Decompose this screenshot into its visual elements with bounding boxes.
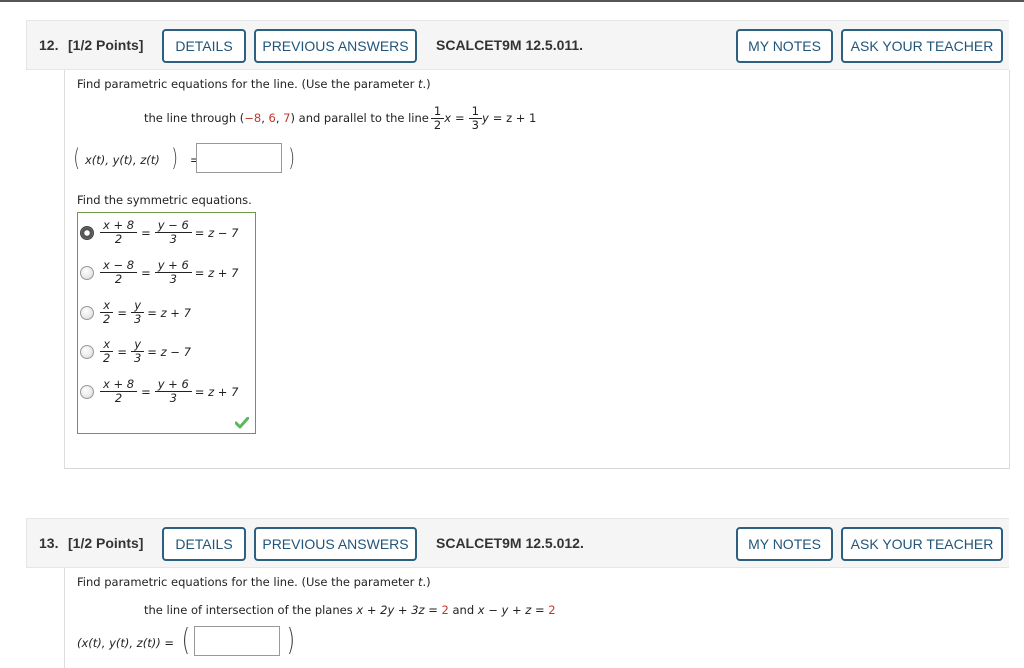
previous-answers-button[interactable]: PREVIOUS ANSWERS — [254, 29, 417, 63]
radio-button[interactable] — [80, 305, 94, 320]
choice-option[interactable]: x + 82 = y − 63 = z − 7 — [80, 219, 238, 246]
top-bar — [0, 0, 1024, 2]
answer-input[interactable] — [194, 626, 280, 656]
choice-option[interactable]: x + 82 = y + 63 = z + 7 — [80, 378, 238, 405]
sub-prompt: Find the symmetric equations. — [77, 193, 252, 207]
ask-your-teacher-button[interactable]: ASK YOUR TEACHER — [841, 527, 1003, 561]
question-code: SCALCET9M 12.5.011. — [436, 37, 584, 53]
question-points: [1/2 Points] — [68, 535, 144, 551]
choice-group: x + 82 = y − 63 = z − 7 x − 82 = y + 63 … — [77, 212, 256, 434]
close-paren: ) — [286, 623, 295, 658]
my-notes-button[interactable]: MY NOTES — [736, 29, 833, 63]
question-prompt: Find parametric equations for the line. … — [77, 575, 431, 589]
radio-button[interactable] — [80, 344, 94, 359]
radio-button[interactable] — [80, 384, 94, 399]
question-points: [1/2 Points] — [68, 37, 144, 53]
close-paren: ) — [288, 144, 295, 172]
previous-answers-button[interactable]: PREVIOUS ANSWERS — [254, 527, 417, 561]
checkmark-icon — [235, 417, 249, 429]
problem-statement: the line through (−8, 6, 7) and parallel… — [144, 103, 537, 132]
answer-input[interactable] — [196, 143, 282, 173]
choice-option[interactable]: x2 = y3 = z − 7 — [80, 338, 191, 365]
question-12-header: 12. [1/2 Points] DETAILS PREVIOUS ANSWER… — [26, 20, 1009, 70]
problem-statement: the line of intersection of the planes x… — [144, 603, 556, 617]
details-button[interactable]: DETAILS — [162, 29, 246, 63]
close-paren: ) — [171, 144, 178, 172]
question-number: 12. — [39, 37, 59, 53]
question-number: 13. — [39, 535, 59, 551]
answer-label: x(t), y(t), z(t) — [85, 153, 160, 167]
radio-button-selected[interactable] — [80, 225, 94, 240]
question-code: SCALCET9M 12.5.012. — [436, 535, 584, 551]
answer-label: (x(t), y(t), z(t)) = — [77, 636, 174, 650]
choice-option[interactable]: x2 = y3 = z + 7 — [80, 299, 191, 326]
my-notes-button[interactable]: MY NOTES — [736, 527, 833, 561]
question-13-header: 13. [1/2 Points] DETAILS PREVIOUS ANSWER… — [26, 518, 1009, 568]
radio-button[interactable] — [80, 265, 94, 280]
ask-your-teacher-button[interactable]: ASK YOUR TEACHER — [841, 29, 1003, 63]
details-button[interactable]: DETAILS — [162, 527, 246, 561]
choice-option[interactable]: x − 82 = y + 63 = z + 7 — [80, 259, 238, 286]
question-prompt: Find parametric equations for the line. … — [77, 77, 431, 91]
open-paren: ( — [73, 144, 80, 172]
open-paren: ( — [181, 623, 190, 658]
